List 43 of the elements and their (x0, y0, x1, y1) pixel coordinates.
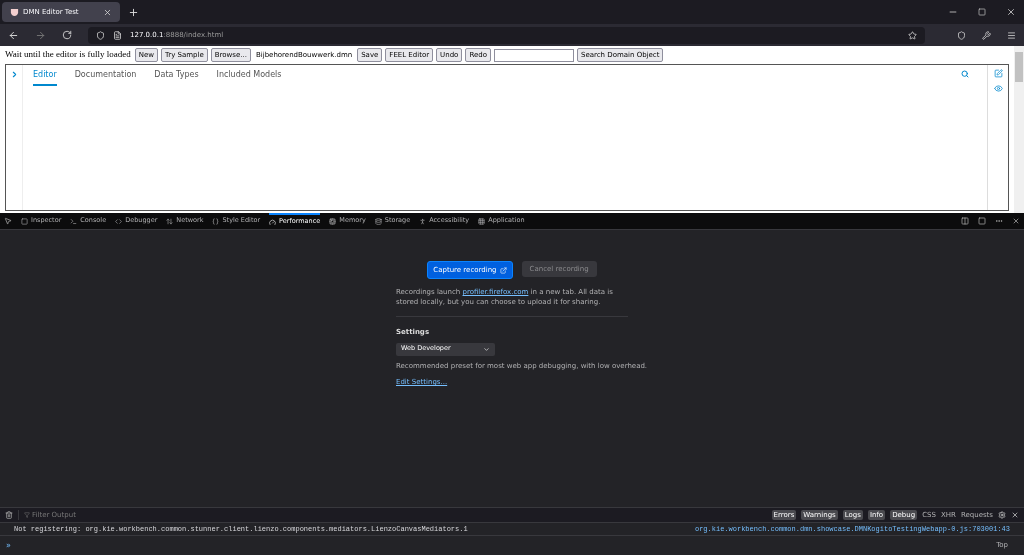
search-input[interactable] (493, 48, 574, 62)
terminal-icon (70, 217, 78, 225)
box-icon (21, 217, 28, 225)
editor-tab[interactable]: Included Models (216, 69, 282, 84)
reload-icon[interactable] (62, 30, 72, 40)
person-icon (419, 217, 427, 225)
scrollbar[interactable] (1014, 46, 1024, 213)
shield-icon (96, 30, 105, 40)
new-tab-icon[interactable] (128, 6, 139, 18)
editor-tab[interactable]: Editor (33, 69, 57, 86)
database-icon (374, 217, 382, 225)
chevron-down-icon (483, 345, 490, 353)
close-window-icon[interactable] (1006, 7, 1016, 17)
settings-icon[interactable] (998, 511, 1006, 519)
wrench-icon[interactable] (982, 30, 991, 40)
external-link-icon (499, 266, 507, 274)
picker-icon[interactable] (4, 217, 12, 225)
gauge-icon (269, 218, 277, 226)
braces-icon (212, 217, 220, 225)
close-devtools-icon[interactable] (1012, 217, 1020, 225)
editor-tab[interactable]: Documentation (74, 69, 137, 84)
page-icon (113, 30, 122, 40)
filter-icon (24, 512, 30, 518)
restore-icon[interactable] (978, 8, 986, 16)
close-icon[interactable] (1011, 511, 1019, 519)
grid-icon (478, 217, 486, 225)
window-icon[interactable] (978, 217, 986, 225)
arrows-icon (166, 217, 174, 225)
forward-icon[interactable] (35, 29, 46, 41)
code-icon (115, 217, 123, 225)
dock-icon[interactable] (961, 217, 969, 225)
editor-tab[interactable]: Data Types (154, 69, 199, 84)
close-icon[interactable] (103, 7, 112, 17)
console-prompt: » (6, 539, 11, 552)
back-icon[interactable] (8, 29, 19, 41)
more-icon[interactable] (995, 217, 1003, 225)
star-icon[interactable] (908, 30, 917, 40)
eye-icon[interactable] (993, 84, 1003, 93)
search-icon[interactable] (961, 70, 969, 78)
trash-icon[interactable] (5, 511, 13, 519)
load-notice: Wait until the editor is fully loaded (5, 48, 131, 62)
shield-favicon-icon (10, 7, 19, 17)
menu-icon[interactable] (1007, 30, 1016, 40)
